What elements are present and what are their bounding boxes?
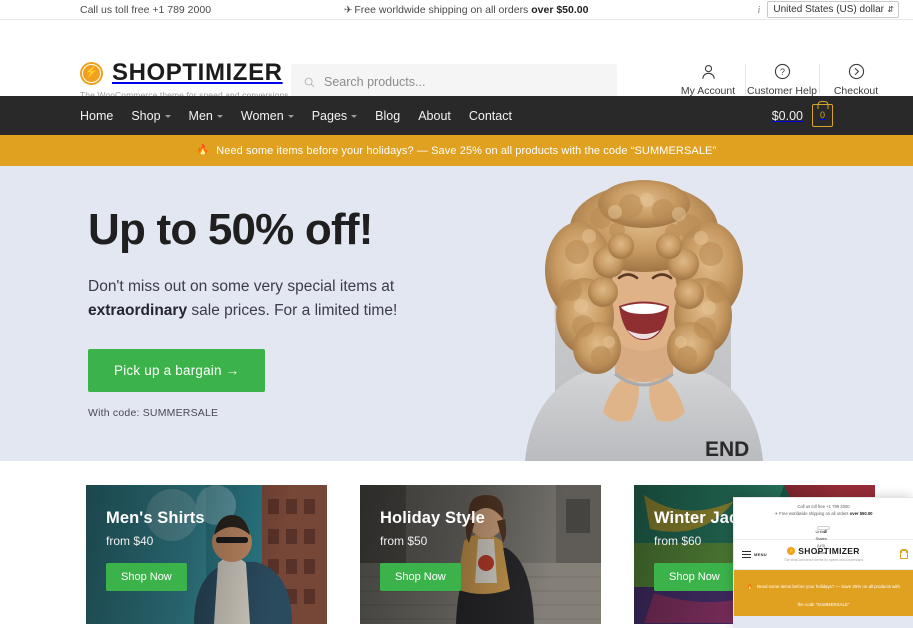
mobile-shipping-text: Free worldwide shipping on all orders [779,511,850,516]
mobile-shipping-threshold: over $50.00 [849,511,873,516]
hero-cta-button[interactable]: Pick up a bargain → [88,348,266,392]
fire-icon: 🔥 [196,144,210,156]
nav-item-pages[interactable]: Pages [311,108,358,123]
cart-button[interactable]: $0.00 0 [772,104,833,127]
card-content: Holiday Style from $50 Shop Now [380,509,485,591]
shopping-bag-icon: 0 [812,104,833,127]
hero-code-note: With code: SUMMERSALE [88,406,219,419]
nav-item-about[interactable]: About [418,109,451,123]
cart-total: $0.00 [771,108,803,123]
nav-item-contact[interactable]: Contact [469,109,512,123]
chevron-down-icon [216,115,223,118]
hero-heading: Up to 50% off! [88,205,373,254]
nav-item-shop[interactable]: Shop [131,108,171,123]
currency-select[interactable]: United States (US) dollar ⇵ [767,1,899,18]
chevron-down-icon [287,115,294,118]
utility-bar-right: i United States (US) dollar ⇵ [757,1,899,18]
hamburger-icon [742,550,751,559]
mobile-fire-icon: 🔥 [747,584,753,589]
mobile-promo-text: Need some items before your holidays? — … [756,584,900,607]
mobile-preview-overlay[interactable]: Call us toll free +1 789 2000 ✈ Free wor… [733,497,913,628]
shipping-threshold: over $50.00 [531,3,589,16]
hero-section: Up to 50% off! Don't miss out on some ve… [0,166,913,461]
svg-text:?: ? [780,67,785,77]
currency-value: United States (US) dollar [773,4,884,15]
site-header: SHOPTIMIZER The WooCommerce theme for sp… [0,20,913,100]
mobile-logo[interactable]: SHOPTIMIZER The WooCommerce theme for sp… [784,546,863,563]
nav-label: About [418,108,451,123]
chevron-down-icon [164,115,171,118]
question-circle-icon: ? [774,62,791,81]
nav-label: Women [240,108,284,123]
header-actions: My Account ? Customer Help Checkout [671,62,893,97]
hero-sub-emphasis: extraordinary [88,302,188,320]
airplane-icon: ✈ [344,4,353,16]
hero-image: END [497,166,790,461]
info-icon[interactable]: i [757,4,760,16]
customer-help-link[interactable]: ? Customer Help [745,62,819,97]
search-input[interactable] [324,75,604,89]
shop-now-button[interactable]: Shop Now [380,563,461,591]
mobile-hero: Up to 50% off! [734,616,913,628]
nav-label: Men [188,108,213,123]
mobile-shipping-notice: ✈ Free worldwide shipping on all orders … [734,510,913,517]
mobile-logo-wordmark: SHOPTIMIZER [798,546,860,557]
nav-item-men[interactable]: Men [189,109,223,123]
nav-label: Shop [131,108,161,123]
site-logo[interactable]: SHOPTIMIZER The WooCommerce theme for sp… [80,61,289,100]
shop-now-button[interactable]: Shop Now [106,563,187,591]
mobile-phone-text: Call us toll free +1 789 2000 [797,504,850,509]
mobile-currency-select[interactable]: United States (US) dollar ⇵ [815,526,830,555]
chevron-updown-icon: ⇵ [887,4,894,14]
chevron-down-icon [351,115,358,118]
nav-links: Home Shop Men Women Pages Blog About Con… [80,109,512,123]
card-title: Holiday Style [380,509,485,527]
utility-bar: Call us toll free +1 789 2000 ✈ Free worl… [0,0,913,20]
mobile-airplane-icon: ✈ [774,511,778,516]
mobile-promo-banner[interactable]: 🔥 Need some items before your holidays? … [734,570,913,616]
nav-label: Home [80,108,114,123]
mobile-chevron-updown-icon: ⇵ [823,529,827,534]
mobile-utility-bar: Call us toll free +1 789 2000 ✈ Free wor… [734,498,913,555]
svg-text:END: END [705,438,749,461]
hero-sub-part1: Don't miss out on some very special item… [88,277,395,295]
product-search[interactable] [291,64,617,100]
nav-label: Contact [468,108,512,123]
my-account-link[interactable]: My Account [671,62,745,97]
nav-label: Blog [375,108,401,123]
hero-copy: Up to 50% off! Don't miss out on some ve… [88,207,488,419]
shipping-notice: ✈ Free worldwide shipping on all orders o… [344,4,588,16]
phone-text: Call us toll free +1 789 2000 [80,3,212,16]
mobile-menu-label: MENU [754,552,767,557]
card-price: from $50 [380,534,428,548]
hero-sub-part2: sale prices. For a limited time! [187,302,398,320]
mobile-shopping-bag-icon[interactable] [900,550,908,559]
lightning-bolt-logo-icon [80,61,103,85]
main-navigation: Home Shop Men Women Pages Blog About Con… [0,96,913,135]
promo-text: Need some items before your holidays? — … [216,144,717,157]
arrow-right-circle-icon [848,62,865,81]
hero-subheading: Don't miss out on some very special item… [88,275,418,324]
nav-item-women[interactable]: Women [241,109,294,123]
card-price: from $40 [106,534,154,548]
logo-wordmark: SHOPTIMIZER [112,59,283,86]
mobile-logo-tagline: The WooCommerce theme for speed and conv… [783,558,864,563]
mobile-menu-button[interactable]: MENU [742,550,767,559]
card-content: Men's Shirts from $40 Shop Now [106,509,205,591]
cart-count: 0 [819,110,825,120]
nav-item-home[interactable]: Home [80,109,113,123]
nav-item-blog[interactable]: Blog [375,109,400,123]
nav-label: Pages [311,108,348,123]
shop-now-button[interactable]: Shop Now [654,563,735,591]
shipping-text: Free worldwide shipping on all orders [354,3,532,16]
user-icon [700,62,717,81]
mobile-header: MENU SHOPTIMIZER The WooCommerce theme f… [734,540,913,570]
mobile-lightning-bolt-logo-icon [787,547,796,556]
checkout-link[interactable]: Checkout [819,62,893,97]
promo-banner[interactable]: 🔥 Need some items before your holidays? … [0,135,913,166]
category-card-mens-shirts[interactable]: Men's Shirts from $40 Shop Now [86,485,327,624]
card-title: Men's Shirts [106,509,205,527]
search-icon [304,77,315,87]
category-card-holiday-style[interactable]: Holiday Style from $50 Shop Now [360,485,601,624]
